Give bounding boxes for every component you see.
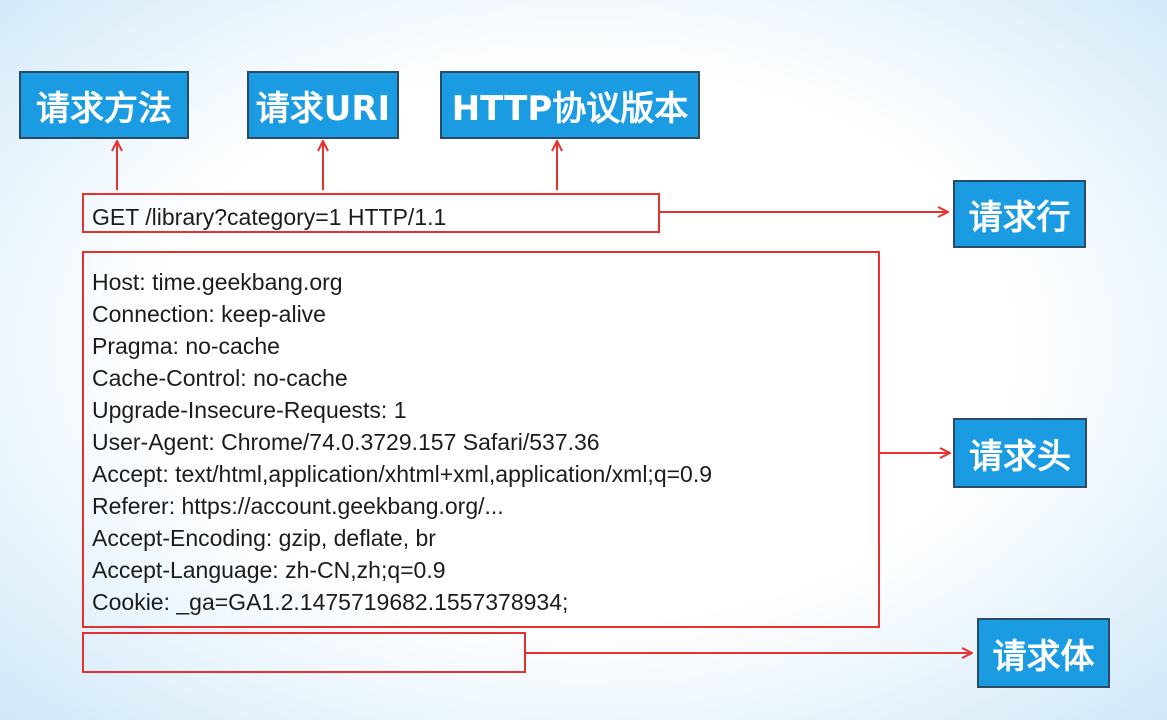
header-line: Accept-Encoding: gzip, deflate, br — [92, 525, 436, 551]
label-request-method: 请求方法 — [19, 71, 189, 139]
header-line: Host: time.geekbang.org — [92, 269, 343, 295]
label-request-body: 请求体 — [977, 618, 1110, 688]
label-request-line: 请求行 — [953, 180, 1086, 248]
label-request-header: 请求头 — [953, 418, 1087, 488]
header-line: Referer: https://account.geekbang.org/..… — [92, 493, 504, 519]
header-line: User-Agent: Chrome/74.0.3729.157 Safari/… — [92, 429, 600, 455]
header-line: Cache-Control: no-cache — [92, 365, 348, 391]
header-line: Accept-Language: zh-CN,zh;q=0.9 — [92, 557, 446, 583]
header-line: Pragma: no-cache — [92, 333, 280, 359]
header-line: Upgrade-Insecure-Requests: 1 — [92, 397, 407, 423]
label-http-version: HTTP协议版本 — [440, 71, 700, 139]
header-line: Accept: text/html,application/xhtml+xml,… — [92, 461, 713, 487]
header-line: Connection: keep-alive — [92, 301, 326, 327]
header-line: Cookie: _ga=GA1.2.1475719682.1557378934; — [92, 589, 569, 615]
label-request-uri: 请求URI — [247, 71, 399, 139]
request-body-box — [82, 632, 526, 673]
request-line-text: GET /library?category=1 HTTP/1.1 — [92, 204, 447, 230]
http-request-diagram: 请求方法 请求URI HTTP协议版本 请求行 请求头 请求体 GET /lib… — [0, 0, 1167, 720]
